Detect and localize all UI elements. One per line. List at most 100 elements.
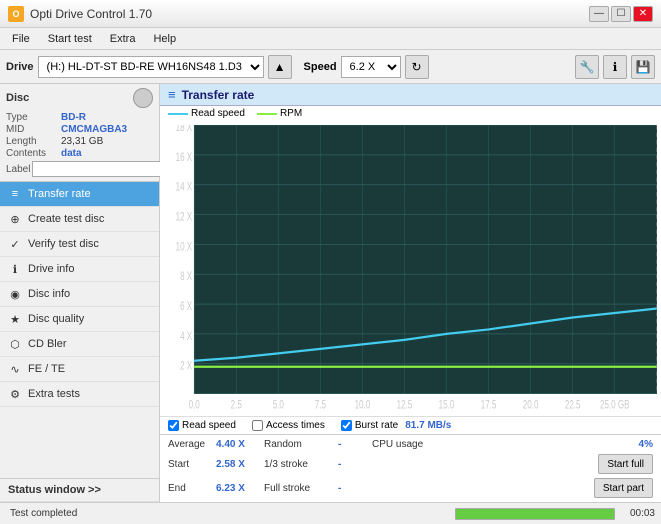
window-controls: — ☐ ✕	[589, 6, 653, 22]
chart-area: 18 X 16 X 14 X 12 X 10 X 8 X 6 X 4 X 2 X…	[160, 121, 661, 416]
read-speed-checkbox[interactable]	[168, 420, 179, 431]
legend-read-speed: Read speed	[168, 108, 245, 119]
nav-item-drive-info[interactable]: ℹ Drive info	[0, 257, 159, 282]
legend-rpm-label: RPM	[280, 108, 302, 119]
svg-text:8 X: 8 X	[180, 271, 192, 284]
disc-label-row: Label ✎	[6, 161, 153, 177]
access-times-checkbox-label: Access times	[266, 420, 325, 431]
svg-text:17.5: 17.5	[481, 399, 497, 412]
nav-item-cd-bler[interactable]: ⬡ CD Bler	[0, 332, 159, 357]
start-part-button[interactable]: Start part	[594, 478, 653, 498]
save-button[interactable]: 💾	[631, 55, 655, 79]
svg-text:14 X: 14 X	[176, 181, 193, 194]
drive-select[interactable]: (H:) HL-DT-ST BD-RE WH16NS48 1.D3	[38, 56, 264, 78]
read-speed-checkbox-label: Read speed	[182, 420, 236, 431]
disc-length-label: Length	[6, 136, 61, 147]
menu-extra[interactable]: Extra	[102, 31, 144, 47]
drive-label: Drive	[6, 61, 34, 73]
legend-read-color	[168, 113, 188, 115]
nav-label-drive-info: Drive info	[28, 263, 74, 275]
legend-read-label: Read speed	[191, 108, 245, 119]
burst-rate-checkbox-item: Burst rate 81.7 MB/s	[341, 420, 452, 431]
nav-item-disc-quality[interactable]: ★ Disc quality	[0, 307, 159, 332]
status-window-label: Status window >>	[8, 484, 101, 496]
status-text: Test completed	[6, 508, 81, 519]
app-icon: O	[8, 6, 24, 22]
nav-label-cd-bler: CD Bler	[28, 338, 67, 350]
stats-cpu-value: 4%	[603, 439, 653, 450]
nav-item-transfer-rate[interactable]: ≡ Transfer rate	[0, 182, 159, 207]
nav-item-disc-info[interactable]: ◉ Disc info	[0, 282, 159, 307]
stats-cpu-label: CPU usage	[372, 439, 599, 450]
disc-contents-label: Contents	[6, 148, 61, 159]
speed-select[interactable]: 6.2 X	[341, 56, 401, 78]
svg-text:20.0: 20.0	[523, 399, 539, 412]
stats-end-value: 6.23 X	[216, 483, 260, 494]
disc-contents-row: Contents data	[6, 148, 153, 159]
status-time: 00:03	[619, 508, 655, 519]
nav-label-transfer-rate: Transfer rate	[28, 188, 91, 200]
start-full-button[interactable]: Start full	[598, 454, 653, 474]
svg-text:16 X: 16 X	[176, 151, 193, 164]
nav-items: ≡ Transfer rate ⊕ Create test disc ✓ Ver…	[0, 182, 159, 407]
disc-type-label: Type	[6, 112, 61, 123]
stats-row-average: Average 4.40 X Random - CPU usage 4%	[168, 437, 653, 452]
disc-length-row: Length 23,31 GB	[6, 136, 153, 147]
close-button[interactable]: ✕	[633, 6, 653, 22]
eject-button[interactable]: ▲	[268, 55, 292, 79]
stats-start-label: Start	[168, 459, 212, 470]
minimize-button[interactable]: —	[589, 6, 609, 22]
svg-text:25.0 GB: 25.0 GB	[600, 399, 630, 412]
nav-item-extra-tests[interactable]: ⚙ Extra tests	[0, 382, 159, 407]
refresh-button[interactable]: ↻	[405, 55, 429, 79]
disc-type-value: BD-R	[61, 112, 86, 123]
stats-full-stroke-value: -	[338, 483, 368, 494]
nav-icon-create-test-disc: ⊕	[8, 212, 22, 226]
disc-header: Disc	[6, 88, 153, 108]
disc-mid-label: MID	[6, 124, 61, 135]
nav-icon-transfer-rate: ≡	[8, 187, 22, 201]
chart-title: Transfer rate	[182, 88, 255, 102]
disc-mid-row: MID CMCMAGBA3	[6, 124, 153, 135]
stats-average-label: Average	[168, 439, 212, 450]
nav-item-verify-test-disc[interactable]: ✓ Verify test disc	[0, 232, 159, 257]
title-bar-left: O Opti Drive Control 1.70	[8, 6, 152, 22]
legend-rpm-color	[257, 113, 277, 115]
progress-bar-fill	[456, 509, 614, 519]
config-button[interactable]: 🔧	[575, 55, 599, 79]
access-times-checkbox[interactable]	[252, 420, 263, 431]
svg-text:12 X: 12 X	[176, 211, 193, 224]
status-bar: Test completed 00:03	[0, 502, 661, 524]
disc-type-row: Type BD-R	[6, 112, 153, 123]
nav-item-fe-te[interactable]: ∿ FE / TE	[0, 357, 159, 382]
stats-1-3-value: -	[338, 459, 368, 470]
stats-1-3-label: 1/3 stroke	[264, 459, 334, 470]
disc-label-input[interactable]	[32, 161, 166, 177]
nav-item-create-test-disc[interactable]: ⊕ Create test disc	[0, 207, 159, 232]
info-button[interactable]: ℹ	[603, 55, 627, 79]
main-layout: Disc Type BD-R MID CMCMAGBA3 Length 23,3…	[0, 84, 661, 502]
svg-text:10 X: 10 X	[176, 241, 193, 254]
progress-bar	[455, 508, 615, 520]
access-times-checkbox-item: Access times	[252, 420, 325, 431]
stats-row-end: End 6.23 X Full stroke - Start part	[168, 476, 653, 500]
nav-label-create-test-disc: Create test disc	[28, 213, 104, 225]
menu-help[interactable]: Help	[145, 31, 184, 47]
status-window-item[interactable]: Status window >>	[0, 478, 159, 502]
nav-icon-extra-tests: ⚙	[8, 387, 22, 401]
legend-rpm: RPM	[257, 108, 302, 119]
svg-text:12.5: 12.5	[397, 399, 413, 412]
nav-label-fe-te: FE / TE	[28, 363, 65, 375]
nav-label-extra-tests: Extra tests	[28, 388, 80, 400]
stats-full-stroke-label: Full stroke	[264, 483, 334, 494]
nav-icon-drive-info: ℹ	[8, 262, 22, 276]
burst-rate-checkbox[interactable]	[341, 420, 352, 431]
nav-label-disc-quality: Disc quality	[28, 313, 84, 325]
menu-file[interactable]: File	[4, 31, 38, 47]
maximize-button[interactable]: ☐	[611, 6, 631, 22]
toolbar: Drive (H:) HL-DT-ST BD-RE WH16NS48 1.D3 …	[0, 50, 661, 84]
read-speed-checkbox-item: Read speed	[168, 420, 236, 431]
menu-start-test[interactable]: Start test	[40, 31, 100, 47]
svg-text:7.5: 7.5	[315, 399, 326, 412]
svg-text:5.0: 5.0	[273, 399, 284, 412]
